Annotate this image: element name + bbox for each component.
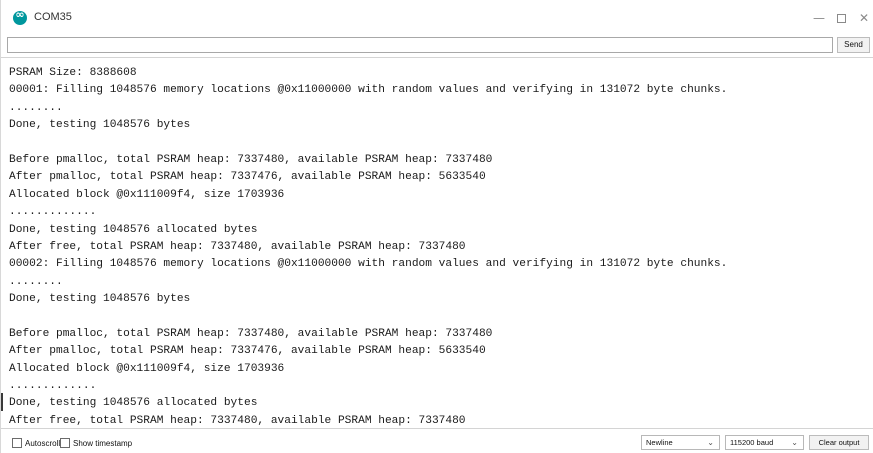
output-line: Done, testing 1048576 allocated bytes [9,223,258,236]
baud-rate-select[interactable]: 115200 baud ⌄ [725,435,804,450]
bottom-bar: Autoscroll Show timestamp Newline ⌄ 1152… [1,432,873,453]
output-line: Allocated block @0x111009f4, size 170393… [9,362,285,375]
output-line: After free, total PSRAM heap: 7337480, a… [9,414,466,427]
window-edge-marker [1,393,3,411]
output-line: Allocated block @0x111009f4, size 170393… [9,188,285,201]
serial-output[interactable]: PSRAM Size: 8388608 00001: Filling 104857… [1,57,873,429]
output-line: ............. [9,206,97,219]
maximize-icon [836,14,846,23]
chevron-down-icon: ⌄ [707,438,714,447]
output-lines: PSRAM Size: 8388608 00001: Filling 104857… [9,65,728,428]
output-line: ........ [9,101,63,114]
arduino-icon [13,8,27,25]
send-button[interactable]: Send [837,37,870,53]
output-line: Done, testing 1048576 bytes [9,293,191,306]
output-line: Before pmalloc, total PSRAM heap: 733748… [9,153,493,166]
output-line: PSRAM Size: 8388608 [9,67,137,79]
clear-output-button[interactable]: Clear output [809,435,869,450]
baud-rate-value: 115200 baud [730,438,774,447]
checkbox-box [60,438,70,448]
send-bar: Send [1,36,873,55]
show-timestamp-label: Show timestamp [73,438,133,448]
output-line: ........ [9,275,63,288]
line-ending-value: Newline [646,438,673,447]
output-line: ............. [9,380,97,393]
serial-monitor-window: COM35 — ✕ Send PSRAM Size: 8388608 00001:… [0,0,873,453]
close-button[interactable]: ✕ [853,8,873,28]
output-line: Done, testing 1048576 bytes [9,119,191,132]
minimize-button[interactable]: — [808,8,830,28]
output-line: After free, total PSRAM heap: 7337480, a… [9,240,466,253]
output-line: After pmalloc, total PSRAM heap: 7337476… [9,345,486,358]
checkbox-box [12,438,22,448]
output-line: 00001: Filling 1048576 memory locations … [9,84,728,97]
output-line: Done, testing 1048576 allocated bytes [9,397,258,410]
chevron-down-icon: ⌄ [791,438,798,447]
show-timestamp-checkbox[interactable]: Show timestamp [60,438,132,448]
autoscroll-checkbox[interactable]: Autoscroll [12,438,60,448]
window-title: COM35 [34,11,72,23]
autoscroll-label: Autoscroll [25,438,61,448]
output-line: Before pmalloc, total PSRAM heap: 733748… [9,327,493,340]
maximize-button[interactable] [830,8,852,28]
output-line: 00002: Filling 1048576 memory locations … [9,258,728,271]
output-line: After pmalloc, total PSRAM heap: 7337476… [9,171,486,184]
line-ending-select[interactable]: Newline ⌄ [641,435,720,450]
title-bar: COM35 — ✕ [1,0,873,34]
serial-input[interactable] [7,37,833,53]
